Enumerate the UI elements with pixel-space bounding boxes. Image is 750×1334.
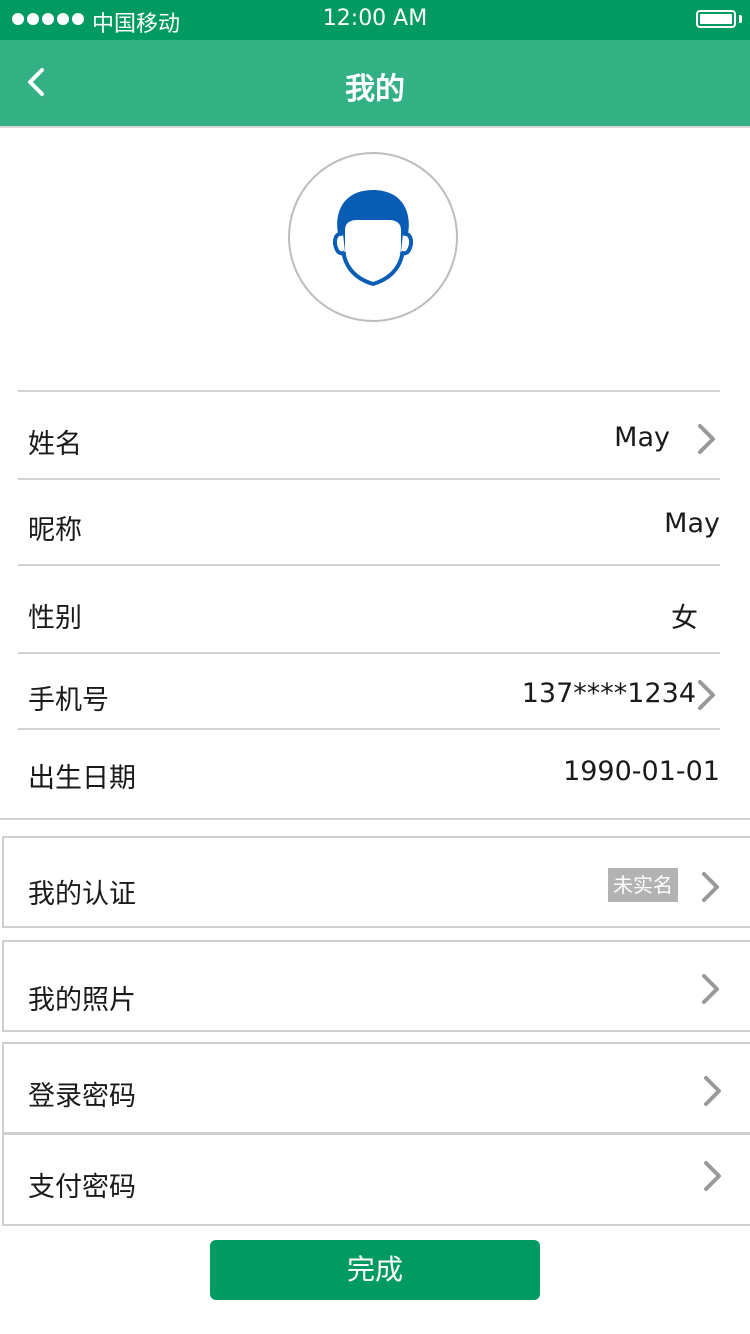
row-value: 137****1234 <box>521 678 696 709</box>
chevron-right-icon <box>704 1076 721 1106</box>
menu-item-login-password[interactable]: 登录密码 <box>4 1044 750 1134</box>
status-badge: 未实名 <box>608 868 678 902</box>
chevron-right-icon <box>702 974 719 1004</box>
row-phone[interactable]: 手机号 137****1234 <box>18 652 720 728</box>
row-label: 昵称 <box>28 515 82 546</box>
menu-item-pay-password[interactable]: 支付密码 <box>4 1135 750 1226</box>
row-value: May <box>614 422 670 453</box>
chevron-right-icon <box>702 872 719 902</box>
row-value: 1990-01-01 <box>563 756 720 787</box>
status-time: 12:00 AM <box>322 6 428 31</box>
row-label: 姓名 <box>28 429 82 460</box>
menu-item-certification[interactable]: 我的认证 未实名 <box>2 836 750 928</box>
row-nickname: 昵称 May <box>18 478 720 564</box>
battery-icon <box>696 10 736 28</box>
done-button[interactable]: 完成 <box>210 1240 540 1300</box>
row-value: 女 <box>671 603 698 634</box>
divider <box>0 818 750 820</box>
person-head-icon <box>333 190 413 287</box>
menu-item-label: 我的认证 <box>28 879 136 910</box>
row-label: 手机号 <box>28 685 109 716</box>
row-value: May <box>664 508 720 539</box>
chevron-right-icon <box>698 424 715 454</box>
nav-bar: 我的 <box>0 40 750 126</box>
row-label: 性别 <box>28 603 82 634</box>
avatar[interactable] <box>288 152 458 322</box>
row-gender: 性别 女 <box>18 564 720 652</box>
row-label: 出生日期 <box>28 763 136 794</box>
menu-item-label: 登录密码 <box>28 1081 136 1112</box>
chevron-right-icon <box>704 1161 721 1191</box>
row-name[interactable]: 姓名 May <box>18 390 720 478</box>
password-group: 登录密码 支付密码 <box>2 1042 750 1226</box>
row-birthday: 出生日期 1990-01-01 <box>18 728 720 818</box>
page-title: 我的 <box>345 72 405 107</box>
menu-item-label: 我的照片 <box>28 985 136 1016</box>
status-bar: 中国移动 12:00 AM <box>0 0 750 40</box>
chevron-right-icon <box>698 680 715 710</box>
menu-item-label: 支付密码 <box>28 1172 136 1203</box>
menu-item-photos[interactable]: 我的照片 <box>2 940 750 1032</box>
